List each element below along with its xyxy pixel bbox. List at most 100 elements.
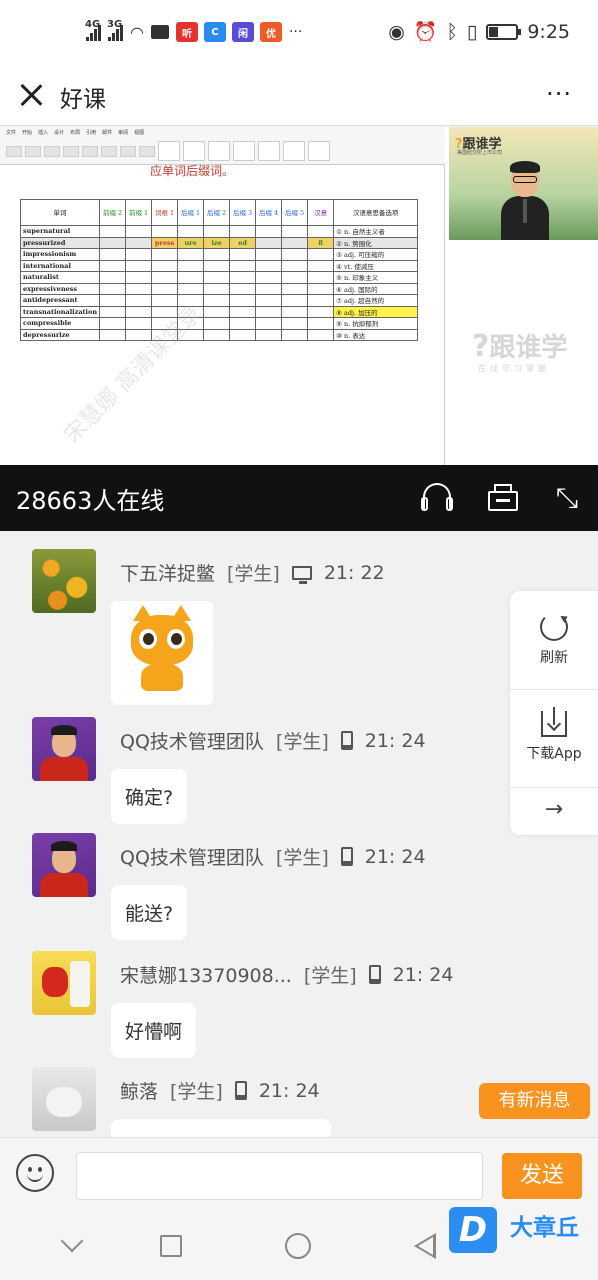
message-time: 21: 24 <box>258 1079 320 1102</box>
morpheme-cell <box>125 294 153 307</box>
meaning-cell: ⑦ adj. 超自然的 <box>333 294 419 307</box>
avatar[interactable] <box>32 717 96 781</box>
sender-role: [学生] <box>275 847 329 869</box>
word-cell: international <box>19 259 101 272</box>
morpheme-cell <box>255 282 283 295</box>
table-header: 后缀 5 <box>281 199 309 226</box>
message-time: 21: 24 <box>392 963 454 986</box>
morpheme-cell <box>307 328 335 341</box>
morpheme-cell <box>229 271 257 284</box>
table-row: naturalist ⑤ n. 印象主义 <box>19 271 419 284</box>
nav-home-icon[interactable] <box>285 1233 311 1259</box>
side-panel: 刷新 下载App → <box>510 591 598 835</box>
morpheme-cell <box>151 225 179 238</box>
avatar[interactable] <box>32 549 96 613</box>
sender-role: [学生] <box>170 1081 223 1103</box>
nav-recents-icon[interactable] <box>160 1235 182 1257</box>
morpheme-cell <box>177 271 205 284</box>
signal-4g-icon: 4G <box>85 19 101 41</box>
video-player[interactable]: 文件 开始 插入 设计 布局 引用 邮件 审阅 视图 应单词后缀词。 单词 前缀 2 前缀 1 词根 … <box>0 127 598 465</box>
headset-icon[interactable] <box>418 479 456 517</box>
meaning-cell: ③ adj. 可压缩的 <box>333 248 419 261</box>
morpheme-cell <box>281 328 309 341</box>
new-message-button[interactable]: 有新消息 <box>479 1083 590 1119</box>
emoji-icon[interactable] <box>16 1154 54 1192</box>
teacher-sub: 美国纽交所上市公司 <box>457 150 503 156</box>
table-header: 后缀 1 <box>177 199 205 226</box>
nav-down-icon[interactable] <box>60 1229 84 1253</box>
close-icon[interactable] <box>16 80 46 110</box>
collapse-arrow-icon[interactable]: → <box>510 797 598 822</box>
meaning-cell: ⑥ adj. 国际的 <box>333 282 419 295</box>
morpheme-cell <box>125 248 153 261</box>
message-meta: 鲸落 [学生] 21: 24 <box>120 1077 320 1104</box>
cat-sticker[interactable] <box>111 601 213 705</box>
morpheme-cell <box>307 305 335 318</box>
avatar[interactable] <box>32 1067 96 1131</box>
inbox-icon[interactable] <box>484 479 522 517</box>
morpheme-cell <box>255 317 283 330</box>
store-app-icon: 优 <box>259 22 282 42</box>
phone-icon <box>234 1081 247 1100</box>
morpheme-cell <box>99 317 127 330</box>
morpheme-cell <box>307 317 335 330</box>
fullscreen-icon[interactable]: ⤡ <box>548 479 586 517</box>
message-bubble[interactable]: 能送? <box>111 885 188 940</box>
morpheme-cell <box>99 328 127 341</box>
morpheme-cell <box>229 282 257 295</box>
nav-back-icon[interactable] <box>414 1233 436 1259</box>
morpheme-cell <box>255 225 283 238</box>
table-header: 后缀 3 <box>229 199 257 226</box>
morpheme-cell <box>255 271 283 284</box>
message-bubble[interactable] <box>111 1119 331 1137</box>
message-input[interactable] <box>76 1152 483 1200</box>
morpheme-cell <box>125 271 153 284</box>
online-bar: 28663人在线 ⤡ <box>0 465 598 531</box>
sender-name: 宋慧娜13370908... <box>120 965 292 987</box>
table-header: 汉语意思备选项 <box>333 199 419 226</box>
morpheme-cell <box>307 248 335 261</box>
alarm-icon: ⏰ <box>413 21 438 43</box>
message-meta: 宋慧娜13370908... [学生] 21: 24 <box>120 961 453 988</box>
avatar[interactable] <box>32 833 96 897</box>
morpheme-cell <box>99 259 127 272</box>
more-notifications-icon: ··· <box>288 24 303 40</box>
page-title: 好课 <box>60 87 106 113</box>
morpheme-cell <box>151 248 179 261</box>
avatar[interactable] <box>32 951 96 1015</box>
morpheme-cell <box>125 225 153 238</box>
refresh-button[interactable]: 刷新 <box>510 613 598 667</box>
morpheme-cell <box>281 282 309 295</box>
meaning-cell: ① n. 自然主义者 <box>333 225 419 238</box>
computer-icon <box>291 565 312 584</box>
more-menu-button[interactable]: ··· <box>546 80 572 108</box>
morpheme-cell <box>229 305 257 318</box>
message-time: 21: 24 <box>364 845 426 868</box>
chat-list[interactable]: 下五洋捉鳖 [学生] 21: 22 QQ技术管理团队 [学生] 21: 24 确定? QQ技术… <box>0 531 598 1137</box>
morpheme-cell <box>99 305 127 318</box>
doc-title: 应单词后缀词。 <box>150 164 235 178</box>
table-header: 后缀 4 <box>255 199 283 226</box>
download-app-button[interactable]: 下载App <box>510 707 598 763</box>
sender-role: [学生] <box>227 563 280 585</box>
morpheme-cell <box>281 259 309 272</box>
system-nav-bar <box>0 1209 598 1280</box>
word-cell: transnationalization <box>19 305 101 318</box>
morpheme-cell <box>203 294 231 307</box>
message-bubble[interactable]: 确定? <box>111 769 188 824</box>
morpheme-cell <box>255 248 283 261</box>
morpheme-cell: ize <box>203 236 231 249</box>
morpheme-cell <box>203 305 231 318</box>
morpheme-cell <box>281 305 309 318</box>
vibrate-icon: ▯ <box>466 20 478 43</box>
morpheme-cell <box>229 294 257 307</box>
morpheme-cell <box>255 259 283 272</box>
phone-icon <box>340 731 353 750</box>
sender-role: [学生] <box>275 731 329 753</box>
message-bubble[interactable]: 好懵啊 <box>111 1003 197 1058</box>
morpheme-cell <box>307 271 335 284</box>
morpheme-cell <box>281 317 309 330</box>
send-button[interactable]: 发送 <box>502 1153 582 1199</box>
table-header: 词根 1 <box>151 199 179 226</box>
morpheme-cell <box>229 248 257 261</box>
